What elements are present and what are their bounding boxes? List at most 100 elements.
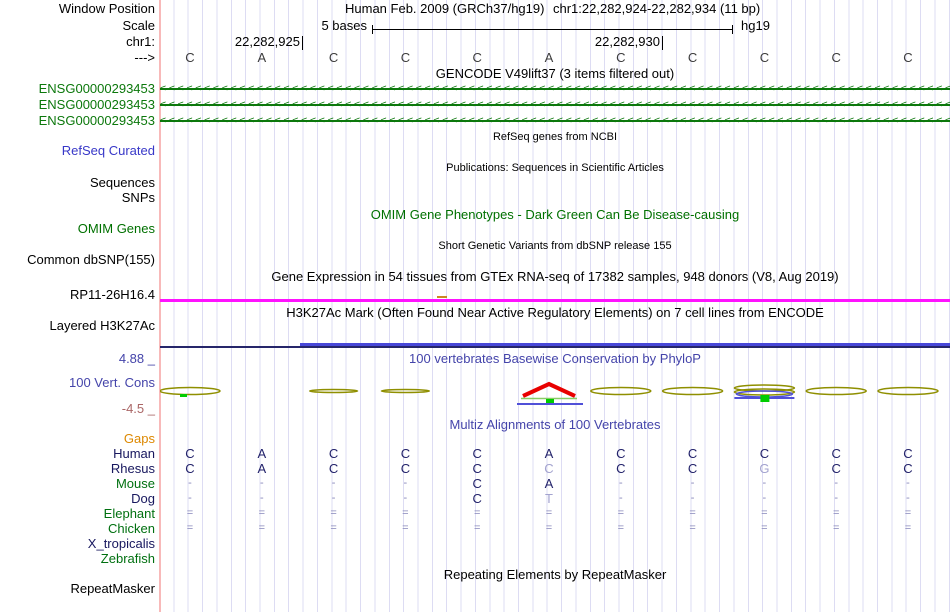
alignment-cell: = — [186, 507, 194, 519]
alignment-cell: A — [257, 461, 267, 476]
gene-transcript-arrows[interactable]: <<<<<<<<<<<<<<<<<<<<<<<<<<<<<<<<<<<<<<<<… — [160, 98, 950, 111]
alignment-cell: - — [690, 492, 695, 504]
gene-transcript-arrows[interactable]: <<<<<<<<<<<<<<<<<<<<<<<<<<<<<<<<<<<<<<<<… — [160, 82, 950, 95]
alignment-cell: = — [545, 522, 553, 534]
scale-bar-right-tick — [732, 25, 733, 34]
conservation-wiggle — [160, 381, 939, 405]
species-label-dog[interactable]: Dog — [0, 491, 155, 506]
alignment-cell: C — [185, 446, 195, 461]
track-label-gtex-gene[interactable]: RP11-26H16.4 — [0, 287, 155, 302]
h3k27ac-signal-navy — [160, 346, 950, 348]
species-label-elephant[interactable]: Elephant — [0, 506, 155, 521]
alignment-cell: - — [618, 477, 623, 489]
alignment-cell: - — [403, 477, 408, 489]
alignment-cell: C — [400, 446, 411, 461]
track-label-refseq-curated[interactable]: RefSeq Curated — [0, 143, 155, 158]
alignment-cell: C — [616, 461, 626, 476]
alignment-cell: = — [258, 507, 266, 519]
alignment-cell: - — [834, 477, 839, 489]
gene-label[interactable]: ENSG00000293453 — [0, 97, 155, 112]
alignment-cell: - — [690, 477, 695, 489]
species-label-human[interactable]: Human — [0, 446, 155, 461]
dbsnp-track-title: Short Genetic Variants from dbSNP releas… — [438, 240, 672, 252]
alignment-cell: C — [472, 461, 482, 476]
track-label-repeatmasker[interactable]: RepeatMasker — [0, 581, 155, 596]
gene-transcript-arrows[interactable]: <<<<<<<<<<<<<<<<<<<<<<<<<<<<<<<<<<<<<<<<… — [160, 114, 950, 127]
track-label-sequences[interactable]: Sequences — [0, 175, 155, 190]
gtex-expression-tick — [437, 296, 447, 298]
species-label-rhesus[interactable]: Rhesus — [0, 461, 155, 476]
ruler-tick-2 — [662, 36, 663, 50]
alignment-cell: C — [328, 446, 339, 461]
alignment-cell: A — [544, 446, 554, 461]
alignment-cell: C — [472, 446, 482, 461]
alignment-cell: - — [403, 492, 408, 504]
alignment-cell: - — [259, 477, 264, 489]
scale-bar-left-tick — [372, 25, 373, 34]
alignment-cell: = — [402, 507, 409, 519]
alignment-cell: C — [687, 461, 698, 476]
alignment-cell: - — [259, 492, 264, 504]
ruler-number-2: 22,282,930 — [594, 34, 660, 49]
track-label-100-vert-cons[interactable]: 100 Vert. Cons — [0, 375, 155, 390]
gencode-track-title: GENCODE V49lift37 (3 items filtered out) — [435, 66, 675, 81]
alignment-cell: C — [185, 461, 195, 476]
alignment-cell: C — [472, 476, 482, 491]
track-label-omim-genes[interactable]: OMIM Genes — [0, 221, 155, 236]
alignment-cell: C — [903, 446, 913, 461]
publications-track-title: Publications: Sequences in Scientific Ar… — [446, 162, 664, 174]
alignment-cell: = — [473, 507, 481, 519]
sequence-base: C — [687, 50, 698, 65]
species-label-chicken[interactable]: Chicken — [0, 521, 155, 536]
alignment-cell: - — [762, 492, 767, 504]
alignment-cell: = — [473, 522, 481, 534]
alignment-cell: = — [832, 507, 840, 519]
alignment-cell: C — [544, 461, 554, 476]
alignment-cell: = — [761, 522, 768, 534]
alignment-cell: C — [328, 461, 339, 476]
species-label-x_tropicalis[interactable]: X_tropicalis — [0, 536, 155, 551]
gtex-gene-bar[interactable] — [160, 299, 950, 302]
alignment-cell: - — [188, 492, 192, 504]
repeatmasker-track-title: Repeating Elements by RepeatMasker — [443, 567, 667, 582]
alignment-cell: - — [762, 477, 767, 489]
chrom-label: chr1: — [126, 34, 155, 49]
track-label-snps[interactable]: SNPs — [0, 190, 155, 205]
phylop-max-value: 4.88 _ — [118, 351, 155, 366]
species-label-mouse[interactable]: Mouse — [0, 476, 155, 491]
alignment-cell: - — [834, 492, 839, 504]
multiz-gaps-label[interactable]: Gaps — [0, 431, 155, 446]
alignment-cell: = — [186, 522, 194, 534]
alignment-cell: = — [904, 522, 912, 534]
track-label-layered-h3k27ac[interactable]: Layered H3K27Ac — [0, 318, 155, 333]
track-label-common-dbsnp[interactable]: Common dbSNP(155) — [0, 252, 155, 267]
omim-track-title: OMIM Gene Phenotypes - Dark Green Can Be… — [370, 207, 740, 222]
alignment-cell: - — [188, 477, 192, 489]
gene-label[interactable]: ENSG00000293453 — [0, 113, 155, 128]
alignment-cell: C — [903, 461, 913, 476]
sequence-base: C — [903, 50, 913, 65]
alignment-cell: = — [330, 507, 337, 519]
alignment-cell: - — [906, 492, 910, 504]
alignment-cell: = — [689, 522, 696, 534]
position-display: chr1:22,282,924-22,282,934 (11 bp) — [553, 1, 761, 16]
sequence-base: C — [185, 50, 195, 65]
alignment-cell: - — [331, 477, 336, 489]
gene-label[interactable]: ENSG00000293453 — [0, 81, 155, 96]
alignment-cell: = — [258, 522, 266, 534]
sequence-base: C — [328, 50, 339, 65]
alignment-cell: C — [759, 446, 770, 461]
scale-bar — [372, 29, 733, 30]
gtex-track-title: Gene Expression in 54 tissues from GTEx … — [271, 269, 839, 284]
species-label-zebrafish[interactable]: Zebrafish — [0, 551, 155, 566]
window-position-label: Window Position — [58, 1, 155, 16]
alignment-cell: C — [831, 446, 841, 461]
alignment-cell: - — [618, 492, 623, 504]
alignment-cell: T — [545, 491, 553, 506]
sequence-base: C — [400, 50, 411, 65]
sequence-row: CACCCACCCCC — [0, 50, 950, 65]
alignment-cell: - — [331, 492, 336, 504]
alignment-cell: C — [831, 461, 841, 476]
alignment-cell: = — [689, 507, 696, 519]
h3k27ac-signal-blue — [300, 343, 950, 346]
